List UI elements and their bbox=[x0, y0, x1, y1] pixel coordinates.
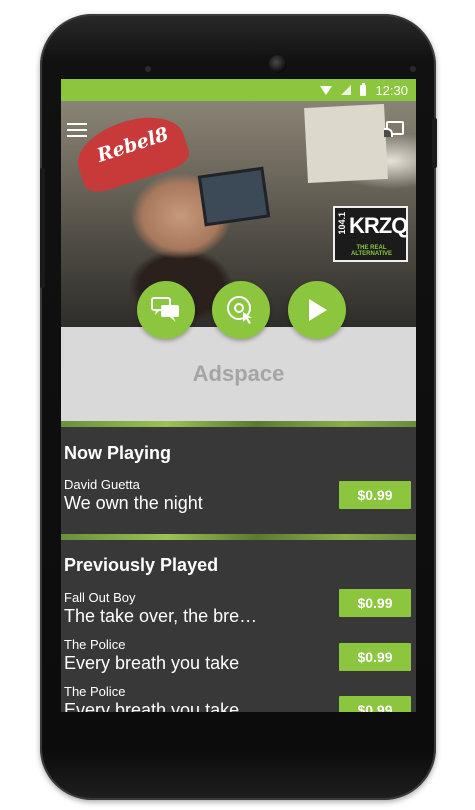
disc-touch-icon bbox=[227, 296, 252, 324]
monitor bbox=[197, 166, 271, 227]
buy-button[interactable]: $0.99 bbox=[339, 589, 411, 617]
earpiece-speaker bbox=[269, 55, 287, 73]
play-icon bbox=[309, 299, 327, 321]
wifi-icon bbox=[320, 85, 333, 95]
cast-icon[interactable] bbox=[384, 121, 404, 137]
signal-icon bbox=[341, 85, 352, 95]
chat-button[interactable] bbox=[137, 281, 195, 339]
track-artist: Fall Out Boy bbox=[64, 590, 136, 605]
status-time: 12:30 bbox=[375, 82, 408, 98]
volume-button bbox=[40, 168, 45, 288]
now-playing-title: Now Playing bbox=[64, 443, 172, 463]
disc-button[interactable] bbox=[212, 281, 270, 339]
power-button bbox=[432, 118, 437, 168]
track-artist: The Police bbox=[64, 684, 126, 699]
now-playing-song: We own the night bbox=[64, 493, 203, 513]
sensor bbox=[410, 66, 416, 72]
buy-button[interactable]: $0.99 bbox=[339, 696, 411, 712]
chat-icon bbox=[151, 297, 179, 322]
track-artist: The Police bbox=[64, 637, 126, 652]
ad-label: Adspace bbox=[192, 361, 285, 386]
battery-icon bbox=[360, 82, 367, 96]
track-song: Every breath you take bbox=[64, 700, 240, 712]
section-divider bbox=[61, 534, 416, 540]
buy-button[interactable]: $0.99 bbox=[339, 481, 411, 509]
buy-button[interactable]: $0.99 bbox=[339, 643, 411, 671]
now-playing-artist: David Guetta bbox=[64, 477, 140, 492]
station-logo: 104.1 KRZQ THE REAL ALTERNATIVE bbox=[333, 206, 408, 262]
app-screen: 12:30 Rebel8 104.1 KRZQ THE REAL ALTERNA… bbox=[61, 79, 416, 712]
section-divider bbox=[61, 421, 416, 427]
previously-played-title: Previously Played bbox=[64, 555, 219, 575]
whiteboard bbox=[304, 103, 388, 184]
play-button[interactable] bbox=[288, 281, 346, 339]
track-song: Every breath you take bbox=[64, 653, 240, 673]
menu-icon[interactable] bbox=[67, 123, 87, 141]
sensor bbox=[145, 66, 151, 72]
ad-banner[interactable]: Adspace bbox=[61, 327, 416, 421]
track-song: The take over, the bre… bbox=[64, 606, 258, 626]
status-bar: 12:30 bbox=[61, 79, 416, 101]
